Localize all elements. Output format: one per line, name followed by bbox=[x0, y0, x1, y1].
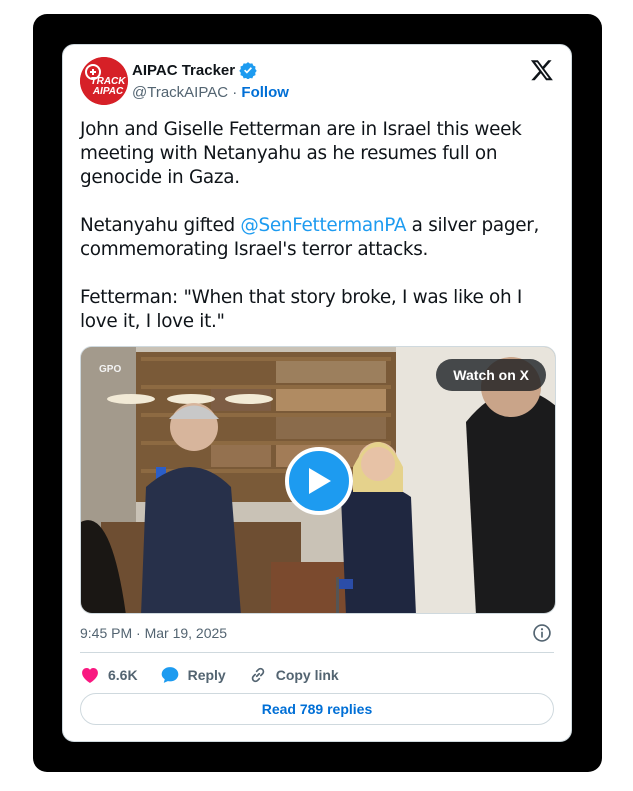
avatar[interactable]: TRACK AIPAC bbox=[80, 57, 128, 105]
copy-link-button[interactable]: Copy link bbox=[248, 665, 339, 685]
reply-button[interactable]: Reply bbox=[160, 665, 226, 685]
video-media[interactable]: GPO Watch on X bbox=[80, 346, 556, 614]
svg-text:AIPAC: AIPAC bbox=[92, 86, 124, 97]
verified-badge-icon bbox=[239, 62, 257, 79]
avatar-logo-icon: TRACK AIPAC bbox=[80, 57, 128, 105]
like-button[interactable]: 6.6K bbox=[80, 665, 138, 685]
tweet-text: John and Giselle Fetterman are in Israel… bbox=[80, 118, 555, 334]
tweet-timestamp[interactable]: 9:45 PM · Mar 19, 2025 bbox=[80, 625, 227, 641]
reply-bubble-icon bbox=[161, 667, 178, 683]
author-handle-row: @TrackAIPAC · Follow bbox=[132, 84, 289, 101]
watch-on-x-button[interactable]: Watch on X bbox=[436, 359, 546, 391]
read-replies-button[interactable]: Read 789 replies bbox=[80, 693, 554, 725]
gpo-watermark: GPO bbox=[99, 364, 121, 375]
author-name-row[interactable]: AIPAC Tracker bbox=[132, 61, 257, 79]
follow-button[interactable]: Follow bbox=[241, 84, 289, 101]
like-count: 6.6K bbox=[108, 667, 138, 683]
author-handle[interactable]: @TrackAIPAC bbox=[132, 84, 228, 101]
link-icon bbox=[251, 667, 264, 683]
copy-link-label: Copy link bbox=[275, 667, 339, 683]
play-icon bbox=[309, 468, 331, 494]
divider bbox=[80, 652, 554, 653]
author-name[interactable]: AIPAC Tracker bbox=[132, 62, 235, 79]
heart-icon bbox=[82, 668, 98, 683]
action-bar: 6.6K Reply Copy link bbox=[80, 665, 361, 685]
tweet-card[interactable]: TRACK AIPAC AIPAC Tracker @TrackAIPAC · … bbox=[62, 44, 572, 742]
info-icon[interactable] bbox=[532, 623, 552, 643]
reply-label: Reply bbox=[187, 667, 226, 683]
mention-link[interactable]: @SenFettermanPA bbox=[240, 215, 406, 236]
separator: · bbox=[232, 84, 238, 101]
x-logo-icon[interactable] bbox=[530, 58, 554, 82]
play-button[interactable] bbox=[285, 447, 353, 515]
